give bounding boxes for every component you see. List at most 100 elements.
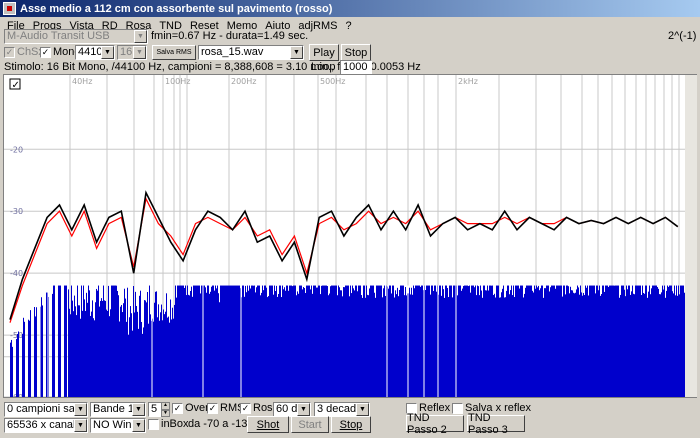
spectrum-bar (272, 285, 273, 397)
spectrum-bar (401, 285, 402, 397)
spectrum-bar (244, 296, 245, 397)
spectrum-bar (641, 294, 642, 397)
over-checkbox[interactable]: ✓ (172, 403, 183, 414)
spectrum-bar (500, 297, 501, 397)
spectrum-bar (540, 288, 541, 397)
spectrum-bar (186, 295, 187, 397)
loop-input[interactable]: 1000 (340, 60, 372, 75)
spectrum-bar (487, 285, 488, 397)
windows-select[interactable]: NO Windows ▼ (90, 418, 146, 433)
decades-select[interactable]: 3 decadi ▼ (314, 402, 370, 417)
spectrum-bar (659, 294, 660, 397)
spectrum-bar (343, 287, 344, 397)
spectrum-bar (107, 310, 108, 397)
spectrum-bar (509, 294, 510, 397)
spectrum-bar (514, 297, 515, 397)
smoothing-spinner[interactable]: ▲ ▼ (161, 402, 170, 417)
chevron-down-icon: ▼ (134, 30, 147, 43)
spectrum-bar (573, 292, 574, 397)
spectrum-bar (266, 287, 267, 397)
bands-select[interactable]: Bande 1/12 ▼ (90, 402, 146, 417)
device-select[interactable]: M-Audio Transit USB ▼ (4, 29, 148, 44)
play-button[interactable]: Play (309, 44, 339, 61)
spectrum-bar (664, 285, 665, 397)
spectrum-bar (349, 296, 350, 397)
spectrum-bar (559, 285, 560, 397)
tnd-passo3-button[interactable]: TND Passo 3 (467, 412, 525, 436)
freq-tick-label: 2kHz (458, 77, 478, 86)
spectrum-bar (290, 285, 291, 397)
db-select[interactable]: 60 dB ▼ (273, 402, 311, 417)
spectrum-bar (308, 285, 309, 397)
samples-select[interactable]: 65536 x canale 16 ▼ (4, 418, 88, 433)
save-rms-button[interactable]: Salva RMS (152, 45, 196, 60)
rate-select[interactable]: 44100 ▼ (75, 45, 115, 60)
rms-checkbox[interactable]: ✓ (207, 403, 218, 414)
skip-select[interactable]: 0 campioni saltati ▼ (4, 402, 88, 417)
spectrum-bar (567, 285, 568, 397)
spectrum-bar (518, 285, 519, 397)
stop-button[interactable]: Stop (341, 44, 371, 61)
spectrum-bar (529, 285, 530, 397)
spectrum-bar (446, 285, 447, 397)
spectrum-bar (472, 285, 473, 397)
spectrum-bar (268, 296, 269, 397)
spectrum-bar (12, 346, 13, 397)
bits-select[interactable]: 16 ▼ (117, 45, 147, 60)
spectrum-bar (207, 285, 208, 397)
spectrum-bar (188, 294, 189, 397)
spectrum-bar (608, 286, 609, 397)
spectrum-bar (256, 287, 257, 397)
spectrum-bar (345, 285, 346, 397)
spectrum-bar (617, 285, 618, 397)
spectrum-bar (535, 288, 536, 397)
spectrum-bar (550, 287, 551, 397)
spectrum-bar (94, 320, 95, 397)
chsx-checkbox[interactable]: ✓ (4, 47, 15, 58)
spectrum-bar (133, 286, 134, 397)
inbox-checkbox[interactable] (148, 419, 159, 430)
decades-value: 3 decadi (317, 403, 359, 415)
spectrum-bar (358, 285, 359, 397)
spectrum-bar (169, 322, 170, 397)
spectrum-bar (426, 285, 427, 397)
spectrum-bar (243, 285, 244, 397)
spectrum-bar (92, 300, 93, 397)
spectrum-bar (494, 293, 495, 397)
spectrum-bar (458, 285, 459, 397)
rosa-checkbox[interactable]: ✓ (240, 403, 251, 414)
spectrum-bar (103, 285, 104, 397)
spectrum-plot: ✓40Hz100Hz200Hz500Hz2kHz-20-30-40-50-60 (3, 74, 697, 398)
spectrum-bar (321, 285, 322, 397)
spectrum-bar (519, 288, 520, 397)
spectrum-bar (296, 295, 297, 397)
spectrum-bar (469, 285, 470, 397)
spectrum-bar (399, 289, 400, 397)
mono-checkbox[interactable]: ✓ (40, 47, 51, 58)
spectrum-bar (335, 285, 336, 397)
spectrum-bar (569, 293, 570, 397)
spectrum-chart: ✓40Hz100Hz200Hz500Hz2kHz-20-30-40-50-60 (4, 75, 686, 397)
spectrum-bar (307, 285, 308, 397)
spectrum-bar (588, 295, 589, 397)
spectrum-bar (348, 285, 349, 397)
tnd-passo2-button[interactable]: TND Passo 2 (406, 412, 464, 436)
spectrum-bar (359, 285, 360, 397)
menu-help[interactable]: ? (341, 20, 355, 32)
spectrum-bar (668, 286, 669, 397)
spectrum-bar (511, 285, 512, 397)
spectrum-bar (234, 285, 235, 397)
spectrum-bar (289, 285, 290, 397)
plot-scrollbar[interactable] (685, 75, 697, 397)
spectrum-bar (489, 285, 490, 397)
file-select[interactable]: rosa_15.wav ▼ (198, 45, 304, 60)
spectrum-bar (79, 305, 80, 397)
spectrum-bar (400, 285, 401, 397)
spectrum-bar (554, 285, 555, 397)
spectrum-bar (185, 285, 186, 397)
spectrum-bar (363, 285, 364, 397)
start-button[interactable]: Start (291, 416, 329, 433)
spectrum-bar (199, 285, 200, 397)
stop-measure-button[interactable]: Stop (331, 416, 371, 433)
shot-button[interactable]: Shot (247, 416, 289, 433)
